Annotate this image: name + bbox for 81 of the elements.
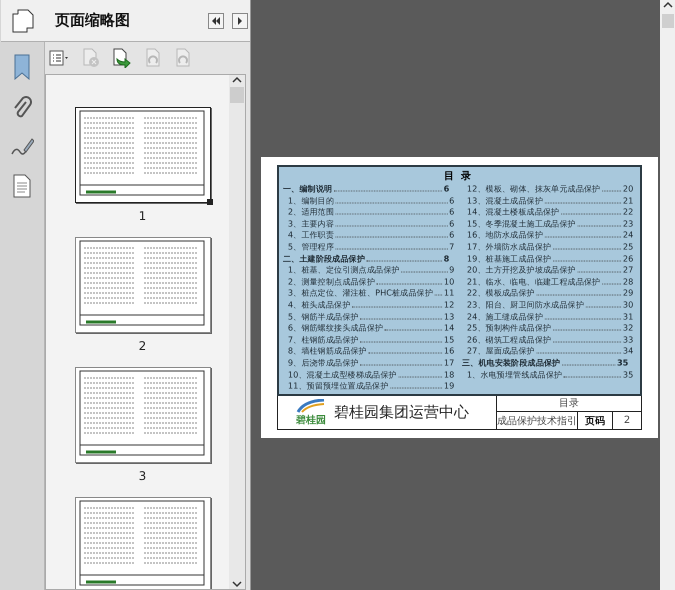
toc-entry: 三、机电安装阶段成品保护 xyxy=(462,358,560,368)
toc-entry: 5、钢筋半成品保护 xyxy=(288,312,359,322)
page-number: 3 xyxy=(138,469,146,483)
toc-page-number: 23 xyxy=(622,219,633,228)
toc-page-number: 24 xyxy=(622,230,633,240)
toc-entry: 一、编制说明 xyxy=(283,184,332,194)
toc-entry: 23、阳台、厨卫间防水成品保护 xyxy=(466,300,584,310)
toc-entry: 4、工作职责 xyxy=(288,230,334,240)
toc-entry: 27、屋面成品保护 xyxy=(466,346,534,356)
toc-entry: 2、适用范围 xyxy=(288,208,334,217)
toc-entry: 10、混凝土成型楼梯成品保护 xyxy=(288,370,397,380)
toc-page-number: 35 xyxy=(622,370,633,380)
toc-page-number: 6 xyxy=(444,184,450,194)
toc-entry: 15、冬季混凝土施工成品保护 xyxy=(466,219,576,228)
toc-page-number: 34 xyxy=(622,346,633,356)
toc-entry: 24、施工缝成品保护 xyxy=(466,312,542,322)
toc-entry: 12、模板、砌体、抹灰单元成品保护 xyxy=(466,184,600,194)
toc-page-number: 35 xyxy=(616,358,628,368)
toc-page-number: 28 xyxy=(622,277,633,286)
toc-page-number: 12 xyxy=(444,300,454,310)
toc-entry: 3、主要内容 xyxy=(288,219,334,228)
toc-entry: 22、模板成品保护 xyxy=(466,288,534,298)
panel-title: 页面缩略图 xyxy=(55,11,131,30)
toc-entry: 7、柱钢筋成品保护 xyxy=(288,335,359,344)
toc-page-number: 22 xyxy=(622,208,633,217)
toc-page-number: 16 xyxy=(444,346,454,356)
toc-page-number: 7 xyxy=(449,242,454,252)
toc-page-number: 6 xyxy=(449,208,454,217)
toc-page-number: 15 xyxy=(444,335,454,344)
toc-entry: 11、预留预埋位置成品保护 xyxy=(288,382,389,391)
toc-entry: 2、测量控制点成品保护 xyxy=(288,277,376,286)
toc-page-number: 6 xyxy=(449,196,454,206)
toc-page-number: 19 xyxy=(444,382,454,391)
toc-page-number: 27 xyxy=(622,266,633,275)
page-number: 2 xyxy=(138,339,146,353)
toc-page-number: 18 xyxy=(444,370,454,380)
toc-page-number: 20 xyxy=(622,184,633,194)
section-name: 目录 xyxy=(497,396,641,412)
toc-entry: 3、桩点定位、灌注桩、PHC桩成品保护 xyxy=(288,288,433,298)
toc-page-number: 9 xyxy=(449,266,454,275)
toc-heading: 目 录 xyxy=(444,170,471,183)
toc-page-number: 11 xyxy=(444,288,454,298)
toc-entry: 6、钢筋螺纹接头成品保护 xyxy=(288,324,384,333)
toc-entry: 14、混凝土楼板成品保护 xyxy=(466,208,559,217)
toc-entry: 13、混凝土成品保护 xyxy=(466,196,542,206)
toc-page-number: 17 xyxy=(444,358,454,368)
page-number: 2 xyxy=(622,414,632,428)
toc-page-number: 32 xyxy=(622,324,633,333)
logo-text: 碧桂园 xyxy=(296,414,326,426)
toc-entry: 8、墙柱钢筋成品保护 xyxy=(288,346,367,356)
page-label: 页码 xyxy=(578,412,613,429)
toc-entry: 9、后浇带成品保护 xyxy=(288,358,359,368)
toc-entry: 5、管理程序 xyxy=(288,242,334,252)
toc-entry: 1、桩基、定位引测点成品保护 xyxy=(288,266,400,275)
company-name: 碧桂园集团运营中心 xyxy=(334,403,469,422)
toc-page-number: 30 xyxy=(622,300,633,310)
toc-entry: 4、桩头成品保护 xyxy=(288,300,351,310)
toc-page-number: 31 xyxy=(622,312,633,322)
toc-page-number: 13 xyxy=(444,312,454,322)
toc-page-number: 6 xyxy=(449,219,454,228)
toc-entry: 21、临水、临电、临建工程成品保护 xyxy=(466,277,600,286)
toc-page-number: 6 xyxy=(449,230,454,240)
toc-entry: 1、编制目的 xyxy=(288,196,334,206)
toc-entry: 1、水电预埋管线成品保护 xyxy=(466,370,562,380)
toc-entry: 25、预制构件成品保护 xyxy=(466,324,551,333)
document-title: 成品保护技术指引 xyxy=(497,412,578,429)
toc-entry: 19、桩基施工成品保护 xyxy=(466,254,551,264)
toc-page-number: 26 xyxy=(622,254,633,264)
toc-page-number: 8 xyxy=(444,254,450,264)
toc-entry: 17、外墙防水成品保护 xyxy=(466,242,551,252)
toc-entry: 二、土建阶段成品保护 xyxy=(283,254,365,264)
toc-page-number: 14 xyxy=(444,324,454,333)
toc-page-number: 33 xyxy=(622,335,633,344)
toc-page-number: 25 xyxy=(622,242,633,252)
toc-page-number: 29 xyxy=(622,288,633,298)
toc-entry: 20、土方开挖及护坡成品保护 xyxy=(466,266,576,275)
toc-page-number: 10 xyxy=(444,277,454,286)
toc-entry: 26、砌筑工程成品保护 xyxy=(466,335,551,344)
page-number: 1 xyxy=(138,209,146,223)
toc-entry: 16、地防水成品保护 xyxy=(466,230,542,240)
toc-page-number: 21 xyxy=(622,196,633,206)
